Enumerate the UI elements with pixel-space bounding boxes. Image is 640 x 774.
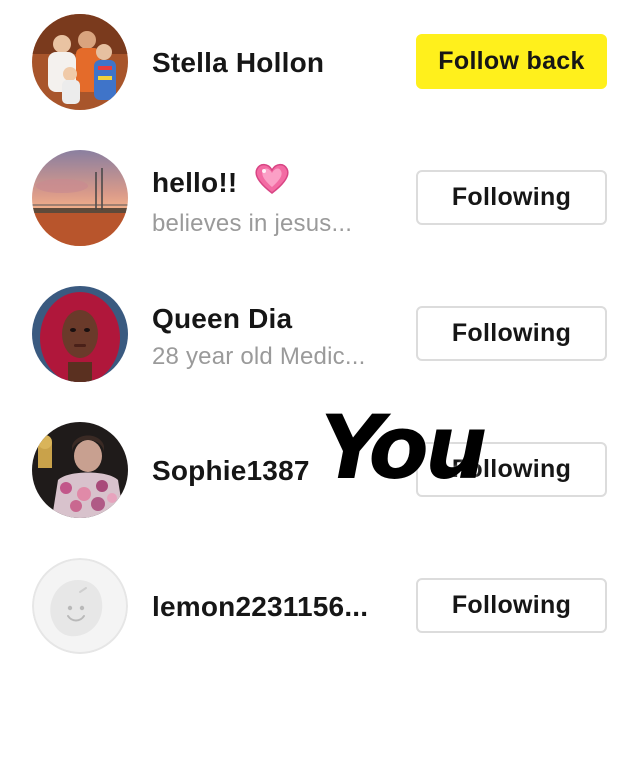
- following-button[interactable]: Following: [416, 442, 607, 497]
- group-photo-avatar-icon: [32, 14, 128, 110]
- pink-sparkling-heart-icon: [253, 161, 291, 203]
- default-ghost-avatar-icon: [32, 558, 128, 654]
- user-text: lemon2231156...: [152, 590, 397, 624]
- portrait-red-hair-avatar-icon: [32, 286, 128, 382]
- sunset-field-avatar-icon: [32, 150, 128, 246]
- following-button[interactable]: Following: [416, 170, 607, 225]
- list-item[interactable]: Stella Hollon Follow back: [0, 14, 640, 110]
- avatar[interactable]: [32, 558, 128, 654]
- avatar[interactable]: [32, 286, 128, 382]
- username[interactable]: Stella Hollon: [152, 46, 397, 80]
- user-text: Queen Dia 28 year old Medic...: [152, 302, 397, 372]
- followers-screen: Stella Hollon Follow back hello!! believ…: [0, 0, 640, 774]
- following-button[interactable]: Following: [416, 306, 607, 361]
- user-bio: believes in jesus...: [152, 209, 353, 237]
- username[interactable]: Queen Dia: [152, 302, 397, 336]
- list-item[interactable]: Queen Dia 28 year old Medic... Following: [0, 286, 640, 382]
- list-item[interactable]: Sophie1387 Following: [0, 422, 640, 518]
- list-item[interactable]: hello!! believes in jesus... Following: [0, 150, 640, 246]
- user-bio: 28 year old Medic...: [152, 343, 366, 370]
- avatar[interactable]: [32, 422, 128, 518]
- user-text: hello!! believes in jesus...: [152, 163, 397, 239]
- floral-outfit-avatar-icon: [32, 422, 128, 518]
- user-text: Stella Hollon: [152, 46, 397, 80]
- user-text: Sophie1387: [152, 454, 397, 488]
- follow-back-button[interactable]: Follow back: [416, 34, 607, 89]
- avatar[interactable]: [32, 14, 128, 110]
- username[interactable]: hello!!: [152, 167, 237, 198]
- list-item[interactable]: lemon2231156... Following: [0, 558, 640, 654]
- avatar[interactable]: [32, 150, 128, 246]
- username[interactable]: lemon2231156...: [152, 590, 397, 624]
- username-line: hello!!: [152, 163, 397, 203]
- following-button[interactable]: Following: [416, 578, 607, 633]
- username[interactable]: Sophie1387: [152, 454, 397, 488]
